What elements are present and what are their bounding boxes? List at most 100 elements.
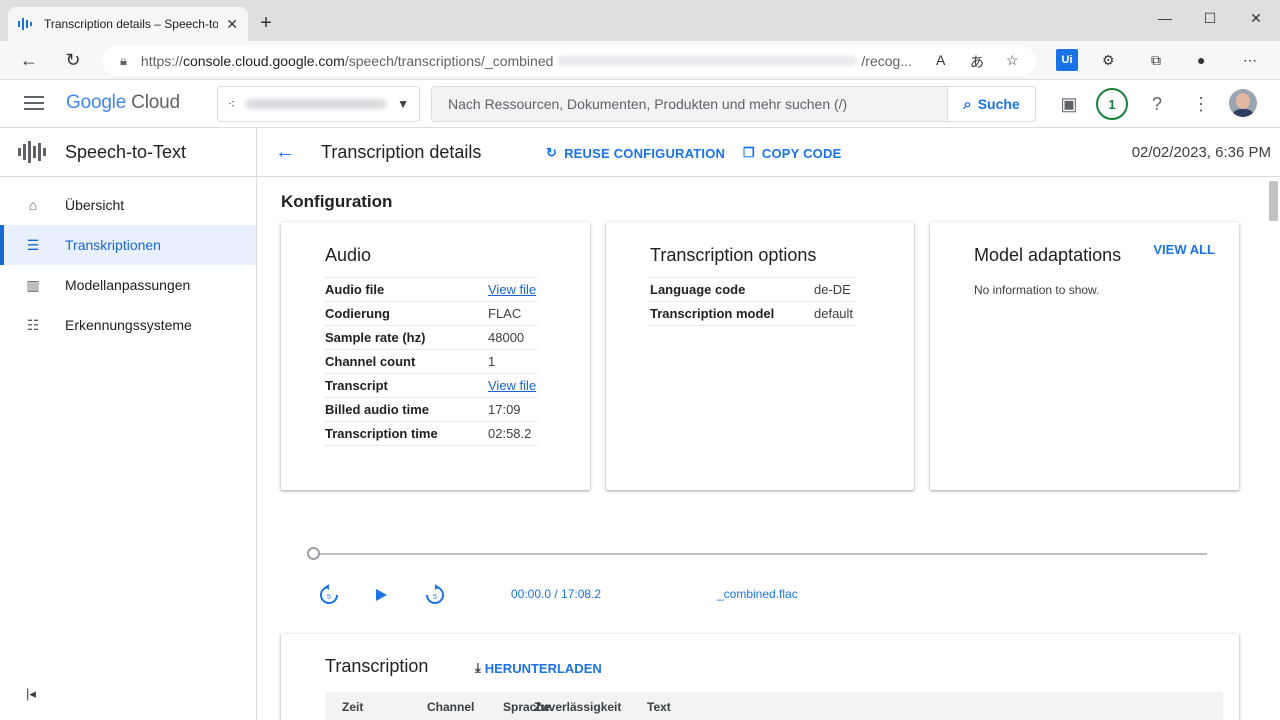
google-cloud-logo[interactable]: Google Cloud [66,92,180,114]
project-icon: ⁖ [228,97,236,111]
lock-icon: 🔒︎ [120,53,127,68]
rewind-5-icon[interactable]: 5 [317,583,341,607]
table-row: Audio file View file [325,277,538,302]
menu-icon[interactable] [24,96,44,110]
transcription-table-header: Zeit Channel Sprache Zuverlässigkeit Tex… [325,692,1223,720]
play-icon[interactable] [369,583,393,607]
playback-track[interactable] [307,553,1207,555]
collapse-sidebar-icon[interactable]: |◂ [26,686,36,702]
view-transcript-link[interactable]: View file [488,378,536,393]
table-row: Transcript View file [325,373,538,398]
refresh-icon: ↻ [546,145,558,160]
download-label: HERUNTERLADEN [484,660,602,676]
search-button[interactable]: ⌕ Suche [947,87,1035,121]
home-icon: ⌂ [28,197,38,213]
copy-icon: ❐ [743,145,755,160]
download-button[interactable]: ⤓ HERUNTERLADEN [475,660,602,676]
search-bar[interactable]: Nach Ressourcen, Dokumenten, Produkten u… [431,86,1036,122]
translate-icon[interactable]: あ [970,52,984,72]
help-icon[interactable]: ? [1145,92,1169,116]
table-row: Transcription model default [650,301,855,326]
sidebar-item-model-adaptations[interactable]: ▥ Modellanpassungen [0,265,256,305]
url-tail: /recog... [861,53,912,69]
table-row: Sample rate (hz) 48000 [325,325,538,350]
audio-value: 1 [488,349,538,374]
scrollbar[interactable] [1269,181,1278,221]
minimize-icon[interactable]: — [1155,10,1175,26]
new-tab-icon[interactable]: + [256,12,276,35]
notification-badge[interactable]: 1 [1096,88,1128,120]
sidebar-item-recognizers[interactable]: ☷ Erkennungssysteme [0,305,256,345]
column-header[interactable]: Channel [427,700,474,714]
browser-tabstrip: Transcription details – Speech-to ✕ + — … [0,0,1280,41]
audio-value: 02:58.2 [488,421,538,446]
close-tab-icon[interactable]: ✕ [226,16,238,33]
list-icon: ☰ [26,236,40,253]
audio-table: Audio file View file Codierung FLAC Sample… [325,277,538,446]
column-header[interactable]: Zeit [342,700,363,714]
copy-code-button[interactable]: ❐ COPY CODE [743,145,841,161]
sidebar-item-overview[interactable]: ⌂ Übersicht [0,185,256,225]
playback-time: 00:00.0 / 17:08.2 [511,587,602,601]
option-key: Transcription model [650,301,814,326]
view-all-button[interactable]: VIEW ALL [1153,242,1215,257]
project-selector[interactable]: ⁖ ▼ [217,86,420,122]
more-vert-icon[interactable]: ⋮ [1189,92,1213,116]
extension-ui-icon[interactable]: Ui [1056,49,1078,71]
back-arrow-icon[interactable]: ← [275,141,295,164]
sidebar-item-transcriptions[interactable]: ☰ Transkriptionen [0,225,256,265]
view-audio-file-link[interactable]: View file [488,282,536,297]
empty-state-text: No information to show. [974,283,1100,297]
chevron-down-icon: ▼ [397,97,409,111]
audio-value: 48000 [488,325,538,350]
option-value: default [814,301,855,326]
option-key: Language code [650,277,814,302]
audio-value: FLAC [488,301,538,326]
table-row: Billed audio time 17:09 [325,397,538,422]
maximize-icon[interactable]: ☐ [1200,10,1220,27]
url-host: console.cloud.google.com [182,53,345,69]
more-icon[interactable]: ⋯ [1243,52,1257,69]
transcription-title: Transcription [325,656,429,676]
speech-product-icon [18,141,48,163]
forward-5-icon[interactable]: 5 [423,583,447,607]
cloud-shell-icon[interactable]: ▣ [1057,92,1081,116]
playback-slider-handle[interactable] [307,547,320,560]
bars-icon: ▥ [26,276,40,293]
reuse-label: REUSE CONFIGURATION [564,145,726,161]
table-row: Codierung FLAC [325,301,538,326]
collections-icon[interactable]: ⧉ [1151,52,1161,69]
audio-key: Sample rate (hz) [325,325,488,350]
logo-cloud: Cloud [131,92,180,113]
copy-label: COPY CODE [761,145,842,161]
audio-key: Billed audio time [325,397,488,422]
transcription-options-card: Transcription options Language code de-DE… [606,222,914,490]
reuse-configuration-button[interactable]: ↻ REUSE CONFIGURATION [546,145,725,161]
column-header[interactable]: Zuverlässigkeit [534,700,621,714]
url-scheme: https:// [140,53,183,69]
adaptations-card-title: Model adaptations [974,245,1122,265]
product-name: Speech-to-Text [65,141,187,162]
reload-icon[interactable]: ↻ [61,49,85,71]
avatar[interactable] [1229,89,1257,117]
table-row: Language code de-DE [650,277,855,302]
column-header[interactable]: Text [647,700,671,714]
sidebar-item-label: Erkennungssysteme [65,317,192,333]
extensions-icon[interactable]: ⚙ [1102,52,1115,69]
audio-key: Codierung [325,301,488,326]
sidebar-item-label: Transkriptionen [65,237,161,253]
profile-icon[interactable]: ● [1197,52,1205,68]
audio-file-name: _combined.flac [717,587,798,601]
page-header: ← Transcription details ↻ REUSE CONFIGURA… [257,128,1280,177]
search-input[interactable]: Nach Ressourcen, Dokumenten, Produkten u… [432,96,947,112]
back-icon[interactable]: ← [17,49,41,71]
audio-key: Audio file [325,277,488,302]
favorite-icon[interactable]: ☆ [1006,52,1019,69]
window-close-icon[interactable]: ✕ [1246,10,1266,27]
section-title: Konfiguration [281,192,393,211]
read-aloud-icon[interactable]: A [936,52,945,68]
speech-favicon-icon [18,16,34,32]
address-bar[interactable]: 🔒︎ https://console.cloud.google.com/spee… [102,46,1036,76]
browser-tab[interactable]: Transcription details – Speech-to ✕ [8,7,248,41]
transcription-card: Transcription ⤓ HERUNTERLADEN Zeit Channe… [281,634,1239,720]
